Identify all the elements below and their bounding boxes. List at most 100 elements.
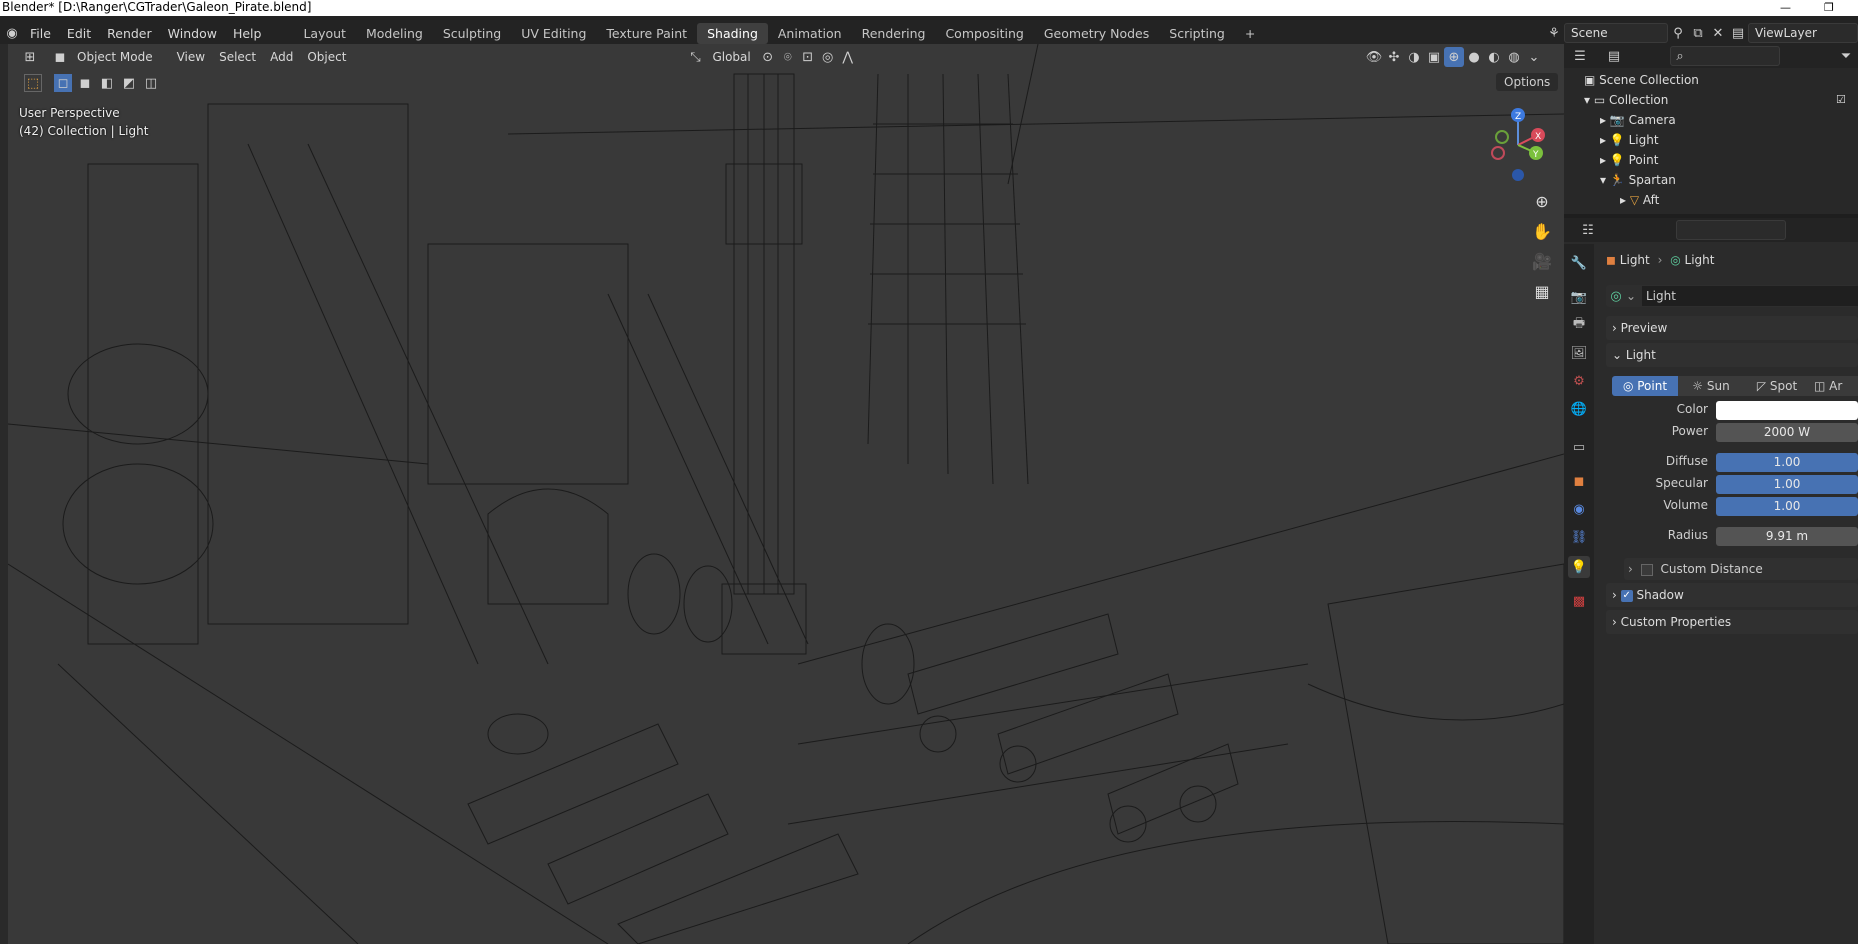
tool-tab-icon[interactable]: 🔧 <box>1568 252 1590 274</box>
tab-modeling[interactable]: Modeling <box>356 23 433 44</box>
menu-edit[interactable]: Edit <box>59 26 99 41</box>
select-subtract-icon[interactable]: ◧ <box>98 74 116 92</box>
expand-arrow-icon[interactable]: ▾ <box>1584 93 1594 107</box>
select-invert-icon[interactable]: ◩ <box>120 74 138 92</box>
maximize-icon[interactable]: ❐ <box>1824 0 1834 15</box>
outliner-editor-icon[interactable]: ☰ <box>1570 46 1590 66</box>
menu-select[interactable]: Select <box>212 50 263 64</box>
solid-shading-icon[interactable]: ● <box>1464 47 1484 67</box>
preview-panel-header[interactable]: › Preview <box>1606 316 1858 340</box>
texture-tab-icon[interactable]: ▩ <box>1568 590 1590 612</box>
outliner-scene-collection[interactable]: ▣ Scene Collection <box>1584 70 1699 90</box>
datablock-name-field[interactable]: Light <box>1642 286 1858 306</box>
expand-arrow-icon[interactable]: ▸ <box>1600 153 1610 167</box>
select-new-icon[interactable]: ◻ <box>54 74 72 92</box>
delete-scene-icon[interactable]: ✕ <box>1708 23 1728 43</box>
material-shading-icon[interactable]: ◐ <box>1484 47 1504 67</box>
object-mode-dropdown[interactable]: Object Mode <box>70 50 160 64</box>
menu-window[interactable]: Window <box>160 26 225 41</box>
tab-geometry-nodes[interactable]: Geometry Nodes <box>1034 23 1159 44</box>
color-swatch[interactable] <box>1716 401 1858 420</box>
light-data-tab-icon[interactable]: 💡 <box>1568 556 1590 578</box>
menu-object[interactable]: Object <box>300 50 353 64</box>
expand-arrow-icon[interactable]: ▾ <box>1600 173 1610 187</box>
expand-arrow-icon[interactable]: ▸ <box>1600 133 1610 147</box>
proportional-edit-icon[interactable]: ◎ <box>818 47 838 67</box>
rendered-shading-icon[interactable]: ◍ <box>1504 47 1524 67</box>
outliner-item-spartan[interactable]: ▾ 🏃 Spartan <box>1600 170 1676 190</box>
menu-file[interactable]: File <box>22 26 59 41</box>
output-tab-icon[interactable]: 🖶 <box>1568 314 1590 336</box>
navigation-gizmo[interactable]: Z X Y <box>1478 105 1558 185</box>
transform-orientation-dropdown[interactable]: Global <box>705 50 757 64</box>
ortho-grid-icon[interactable]: ▦ <box>1528 278 1556 304</box>
xray-icon[interactable]: ▣ <box>1424 47 1444 67</box>
select-intersect-icon[interactable]: ◫ <box>142 74 160 92</box>
new-scene-icon[interactable]: ⧉ <box>1688 23 1708 43</box>
expand-arrow-icon[interactable]: ▸ <box>1600 113 1610 127</box>
custom-distance-subpanel[interactable]: › Custom Distance <box>1624 558 1858 580</box>
menu-add[interactable]: Add <box>263 50 300 64</box>
tab-layout[interactable]: Layout <box>293 23 356 44</box>
pin-icon[interactable]: ⚲ <box>1668 23 1688 43</box>
scene-tab-icon[interactable]: ⚙ <box>1568 370 1590 392</box>
light-type-spot[interactable]: ◸ Spot <box>1744 376 1810 396</box>
tab-shading[interactable]: Shading <box>697 22 768 44</box>
shadow-checkbox[interactable]: ✓ <box>1620 589 1633 602</box>
blender-logo-icon[interactable]: ◉ <box>2 23 22 43</box>
custom-distance-checkbox[interactable] <box>1640 563 1653 576</box>
falloff-icon[interactable]: ⋀ <box>838 47 858 67</box>
scene-field[interactable]: Scene <box>1564 23 1668 43</box>
tab-compositing[interactable]: Compositing <box>935 23 1033 44</box>
tab-sculpting[interactable]: Sculpting <box>433 23 511 44</box>
light-type-point[interactable]: ◎ Point <box>1612 376 1678 396</box>
tab-texture-paint[interactable]: Texture Paint <box>596 23 697 44</box>
select-tool-icon[interactable]: ⬚ <box>24 74 42 92</box>
tab-scripting[interactable]: Scripting <box>1159 23 1235 44</box>
camera-view-icon[interactable]: 🎥 <box>1528 248 1556 274</box>
shading-options-icon[interactable]: ⌄ <box>1524 47 1544 67</box>
radius-field[interactable]: 9.91 m <box>1716 527 1858 546</box>
zoom-icon[interactable]: ⊕ <box>1528 188 1556 214</box>
light-type-area[interactable]: ◫ Ar <box>1810 376 1858 396</box>
expand-arrow-icon[interactable]: ▸ <box>1620 193 1630 207</box>
tab-rendering[interactable]: Rendering <box>852 23 936 44</box>
volume-slider[interactable]: 1.00 <box>1716 497 1858 516</box>
shadow-panel-header[interactable]: › ✓ Shadow <box>1606 583 1858 607</box>
outliner-collection[interactable]: ▾ ▭ Collection <box>1584 90 1668 110</box>
minimize-icon[interactable]: — <box>1780 0 1791 15</box>
menu-view[interactable]: View <box>170 50 212 64</box>
outliner-item-point[interactable]: ▸ 💡 Point <box>1600 150 1658 170</box>
render-tab-icon[interactable]: 📷 <box>1568 286 1590 308</box>
editor-type-icon[interactable]: ⊞ <box>20 47 40 67</box>
options-dropdown[interactable]: Options <box>1496 73 1559 91</box>
snap-icon[interactable]: ⌾ <box>778 47 798 67</box>
custom-properties-panel-header[interactable]: › Custom Properties <box>1606 610 1858 634</box>
snap-target-icon[interactable]: ⊡ <box>798 47 818 67</box>
view-layer-field[interactable]: ViewLayer <box>1748 23 1858 43</box>
select-extend-icon[interactable]: ◼ <box>76 74 94 92</box>
visibility-icon[interactable]: 👁 <box>1364 47 1384 67</box>
outliner-item-camera[interactable]: ▸ 📷 Camera <box>1600 110 1676 130</box>
tab-uv-editing[interactable]: UV Editing <box>511 23 596 44</box>
add-workspace-icon[interactable]: + <box>1235 23 1265 44</box>
light-type-sun[interactable]: ☼ Sun <box>1678 376 1744 396</box>
properties-search-input[interactable] <box>1676 220 1786 240</box>
menu-help[interactable]: Help <box>225 26 270 41</box>
display-mode-icon[interactable]: ▤ <box>1604 46 1624 66</box>
filter-icon[interactable]: ⏷ <box>1836 46 1856 66</box>
pan-hand-icon[interactable]: ✋ <box>1528 218 1556 244</box>
outliner-item-aft[interactable]: ▸ ▽ Aft <box>1620 190 1659 210</box>
properties-editor-icon[interactable]: ☷ <box>1578 220 1598 240</box>
scene-icon[interactable]: ⚘ <box>1544 23 1564 43</box>
collection-checkbox[interactable]: ☑ <box>1836 90 1846 110</box>
view-layer-tab-icon[interactable]: 🖼 <box>1568 342 1590 364</box>
menu-render[interactable]: Render <box>99 26 160 41</box>
outliner-item-light[interactable]: ▸ 💡 Light <box>1600 130 1659 150</box>
datablock-selector[interactable]: ◎ ⌄ Light <box>1606 285 1858 307</box>
overlay-icon[interactable]: ◑ <box>1404 47 1424 67</box>
tab-animation[interactable]: Animation <box>768 23 852 44</box>
gizmo-toggle-icon[interactable]: ✣ <box>1384 47 1404 67</box>
pivot-icon[interactable]: ⊙ <box>758 47 778 67</box>
wireframe-shading-icon[interactable]: ⊕ <box>1444 47 1464 67</box>
